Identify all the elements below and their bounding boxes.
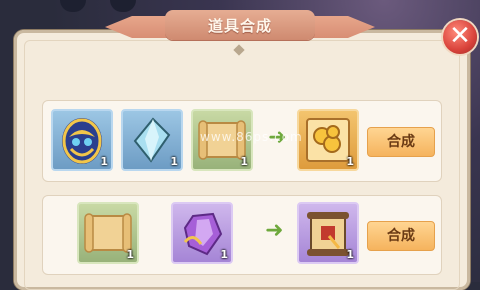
recipe-row-2: 1 1 ➜ 1 合成 <box>42 195 442 275</box>
background-decoration <box>60 0 86 12</box>
watermark-text: www.86ps.com <box>200 130 303 144</box>
item-count: 1 <box>170 155 178 168</box>
window-title: 道具合成 <box>207 17 272 35</box>
close-button[interactable]: ✕ <box>443 20 477 54</box>
synthesize-button-2[interactable]: 合成 <box>367 221 435 251</box>
title-banner: 道具合成 <box>105 6 375 46</box>
item-count: 1 <box>240 155 248 168</box>
item-slot-scroll[interactable]: 1 <box>77 202 139 264</box>
item-slot-purple-crystal[interactable]: 1 <box>171 202 233 264</box>
item-count: 1 <box>346 248 354 261</box>
arrow-right-icon: ➜ <box>265 218 284 243</box>
item-count: 1 <box>100 155 108 168</box>
item-count: 1 <box>346 155 354 168</box>
item-slot-golden-orb[interactable]: 1 <box>51 109 113 171</box>
close-icon: ✕ <box>449 21 471 51</box>
item-count: 1 <box>126 248 134 261</box>
result-slot-gold-coins-scroll[interactable]: 1 <box>297 109 359 171</box>
item-slot-crystal-shard[interactable]: 1 <box>121 109 183 171</box>
synthesize-button-1[interactable]: 合成 <box>367 127 435 157</box>
result-slot-sealed-scroll[interactable]: 1 <box>297 202 359 264</box>
item-count: 1 <box>220 248 228 261</box>
